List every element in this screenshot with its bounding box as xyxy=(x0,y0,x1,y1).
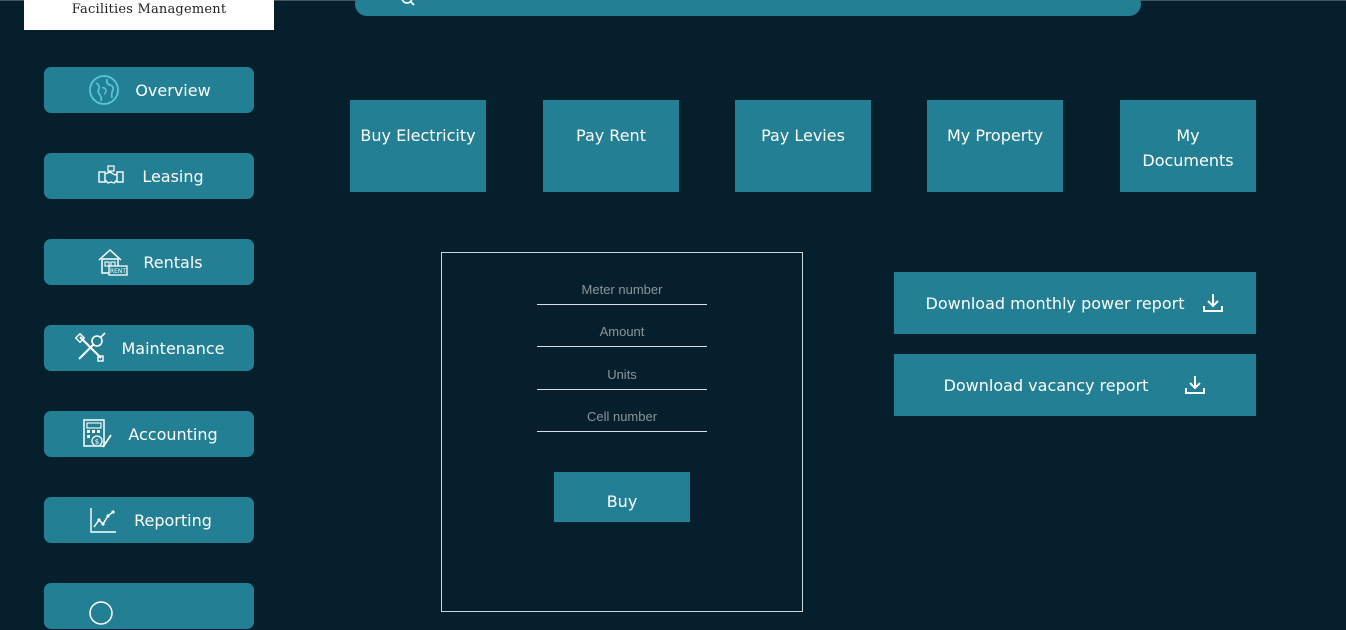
brand-logo: Facilities Management xyxy=(24,0,274,30)
tile-pay-rent[interactable]: Pay Rent xyxy=(543,100,679,192)
handshake-icon xyxy=(94,159,128,193)
tile-my-property[interactable]: My Property xyxy=(927,100,1063,192)
circle-icon xyxy=(84,596,118,630)
report-label: Download vacancy report xyxy=(943,375,1149,395)
sidebar-item-label: Reporting xyxy=(134,510,212,530)
accounting-icon: $ xyxy=(80,417,114,451)
download-icon xyxy=(1185,376,1206,394)
download-vacancy-report-button[interactable]: Download vacancy report xyxy=(894,354,1256,416)
search-bar[interactable] xyxy=(355,0,1141,16)
buy-button[interactable]: Buy xyxy=(554,472,690,522)
tile-label: My Documents xyxy=(1142,126,1234,170)
download-icon xyxy=(1203,294,1224,312)
tile-label: My Property xyxy=(946,126,1044,145)
amount-input[interactable] xyxy=(537,316,707,347)
report-label: Download monthly power report xyxy=(925,293,1185,313)
tile-buy-electricity[interactable]: Buy Electricity xyxy=(350,100,486,192)
download-monthly-power-report-button[interactable]: Download monthly power report xyxy=(894,272,1256,334)
sidebar-item-label: Overview xyxy=(135,80,211,100)
tile-label: Pay Levies xyxy=(761,126,845,145)
units-input[interactable] xyxy=(537,359,707,390)
sidebar-item-maintenance[interactable]: Maintenance xyxy=(44,325,254,371)
tile-my-documents[interactable]: My Documents xyxy=(1120,100,1256,192)
logo-text: Facilities Management xyxy=(71,2,227,17)
chart-icon xyxy=(86,503,120,537)
sidebar-item-reporting[interactable]: Reporting xyxy=(44,497,254,543)
tools-icon xyxy=(73,331,107,365)
tile-pay-levies[interactable]: Pay Levies xyxy=(735,100,871,192)
sidebar-item-partial[interactable] xyxy=(44,583,254,629)
tile-label: Pay Rent xyxy=(576,126,646,145)
sidebar-item-overview[interactable]: Overview xyxy=(44,67,254,113)
buy-electricity-form: Buy xyxy=(441,252,803,612)
search-icon xyxy=(401,0,415,6)
sidebar-item-label: Leasing xyxy=(142,166,204,186)
svg-text:RENT: RENT xyxy=(110,268,126,275)
tile-label: Buy Electricity xyxy=(360,126,476,145)
sidebar-item-label: Maintenance xyxy=(121,338,225,358)
cell-number-input[interactable] xyxy=(537,401,707,432)
house-rent-icon: RENT xyxy=(95,245,129,279)
svg-text:$: $ xyxy=(95,438,99,446)
sidebar-item-leasing[interactable]: Leasing xyxy=(44,153,254,199)
sidebar-item-label: Accounting xyxy=(128,424,218,444)
sidebar-item-rentals[interactable]: RENT Rentals xyxy=(44,239,254,285)
meter-number-input[interactable] xyxy=(537,274,707,305)
sidebar-item-label: Rentals xyxy=(143,252,203,272)
sidebar-item-accounting[interactable]: $ Accounting xyxy=(44,411,254,457)
globe-icon xyxy=(87,73,121,107)
